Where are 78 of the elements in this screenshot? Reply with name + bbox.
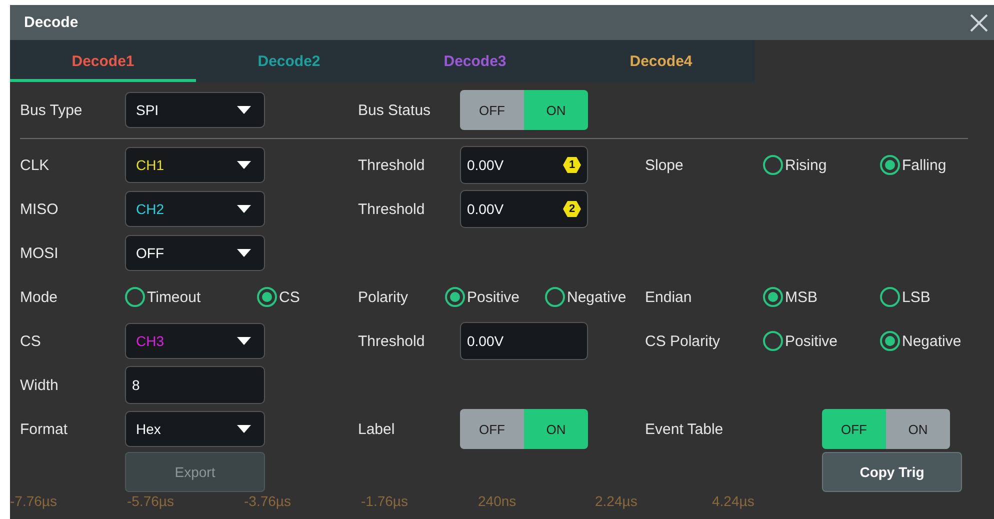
radio-button[interactable]	[880, 287, 900, 307]
time-axis-label: -7.76µs	[10, 493, 58, 509]
field-label: Endian	[645, 288, 693, 306]
caret-icon	[236, 160, 252, 170]
radio-button[interactable]	[125, 287, 145, 307]
decode-tab[interactable]: Decode4	[568, 40, 754, 82]
radio-button[interactable]	[880, 155, 900, 175]
on-off-switch[interactable]: OFF ON	[822, 409, 950, 449]
caret-icon	[236, 336, 252, 346]
dropdown[interactable]: CH3	[125, 323, 265, 359]
field-label: Mode	[20, 288, 59, 306]
radio-button[interactable]	[257, 287, 277, 307]
caret-icon	[236, 204, 252, 214]
channel-badge: 2	[563, 201, 581, 217]
dialog-title: Decode	[24, 14, 78, 31]
field-label: Bus Status	[358, 102, 432, 118]
radio-label[interactable]: Negative	[902, 332, 962, 350]
field-label: Polarity	[358, 288, 410, 306]
radio-label[interactable]: Positive	[467, 288, 520, 306]
time-axis-label: 240ns	[478, 493, 518, 509]
radio-label[interactable]: Rising	[785, 156, 827, 174]
radio-label[interactable]: MSB	[785, 288, 818, 306]
radio-button[interactable]	[880, 331, 900, 351]
switch-option[interactable]: ON	[886, 409, 950, 449]
dropdown[interactable]: CH1	[125, 147, 265, 183]
dropdown[interactable]: CH2	[125, 191, 265, 227]
field-label: Format	[20, 420, 69, 438]
caret-icon	[236, 424, 252, 434]
channel-badge: 1	[563, 157, 581, 173]
field-label: Width	[20, 376, 60, 394]
radio-button[interactable]	[763, 331, 783, 351]
input-field[interactable]: 8	[125, 366, 265, 404]
time-axis-label: -3.76µs	[244, 493, 292, 509]
field-label: MOSI	[20, 244, 60, 262]
dropdown[interactable]: Hex	[125, 411, 265, 447]
input-field[interactable]: 0.00V 2	[460, 190, 588, 228]
radio-button[interactable]	[763, 155, 783, 175]
field-label: CLK	[20, 156, 50, 174]
radio-label[interactable]: Timeout	[147, 288, 201, 306]
on-off-switch[interactable]: OFF ON	[460, 90, 588, 130]
time-axis-label: 2.24µs	[595, 493, 638, 509]
on-off-switch[interactable]: OFF ON	[460, 409, 588, 449]
time-axis-label: -1.76µs	[361, 493, 409, 509]
radio-label[interactable]: CS	[279, 288, 300, 306]
field-label: CS Polarity	[645, 332, 722, 350]
switch-option[interactable]: ON	[524, 90, 588, 130]
switch-option[interactable]: OFF	[822, 409, 886, 449]
field-label: Threshold	[358, 156, 426, 174]
radio-button[interactable]	[445, 287, 465, 307]
field-label: Slope	[645, 156, 684, 174]
radio-label[interactable]: LSB	[902, 288, 930, 306]
dropdown[interactable]: SPI	[125, 92, 265, 128]
switch-option[interactable]: OFF	[460, 90, 524, 130]
time-axis-label: -5.76µs	[127, 493, 175, 509]
caret-icon	[236, 105, 252, 115]
dropdown[interactable]: OFF	[125, 235, 265, 271]
decode-tab[interactable]: Decode1	[10, 40, 196, 82]
input-field[interactable]: 0.00V	[460, 322, 588, 360]
radio-label[interactable]: Negative	[567, 288, 626, 306]
caret-icon	[236, 248, 252, 258]
time-axis-label: 4.24µs	[712, 493, 756, 509]
field-label: Label	[358, 420, 396, 438]
field-label: Bus Type	[20, 102, 84, 118]
switch-option[interactable]: OFF	[460, 409, 524, 449]
decode-tab[interactable]: Decode2	[196, 40, 382, 82]
close-icon[interactable]	[970, 14, 988, 32]
field-label: Threshold	[358, 200, 426, 218]
field-label: Event Table	[645, 420, 724, 438]
field-label: MISO	[20, 200, 60, 218]
radio-button[interactable]	[763, 287, 783, 307]
radio-button[interactable]	[545, 287, 565, 307]
input-field[interactable]: 0.00V 1	[460, 146, 588, 184]
radio-label[interactable]: Positive	[785, 332, 838, 350]
field-label: CS	[20, 332, 42, 350]
radio-label[interactable]: Falling	[902, 156, 946, 174]
action-button[interactable]: Copy Trig	[822, 452, 962, 492]
switch-option[interactable]: ON	[524, 409, 588, 449]
field-label: Threshold	[358, 332, 426, 350]
